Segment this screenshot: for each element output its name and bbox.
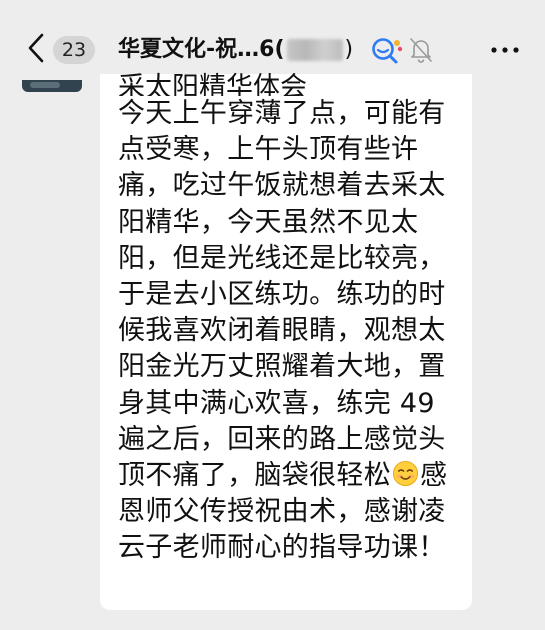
sender-avatar[interactable] [22,80,82,92]
message-line: 遍之后，回来的路上感觉头 [118,423,446,455]
chat-title-suffix: ) [344,37,354,62]
mute-bell-icon[interactable] [408,36,434,64]
message-line: 阳精华，今天虽然不见太 [118,206,419,238]
message-line: 恩师父传授祝由术，感谢凌 [118,496,446,528]
smiling-face-emoji-icon [392,460,419,487]
chevron-left-icon [28,33,44,63]
message-line: 云子老师耐心的指导功课！ [118,532,446,564]
message-text: 顶不痛了，脑袋很轻松 [118,460,391,492]
message-line: 今天上午穿薄了点，可能有 [118,98,446,129]
message-first-line: 采太阳精华体会 [118,72,307,96]
chat-title: 华夏文化-祝…6( ) [118,34,353,66]
unread-count-badge: 23 [53,36,95,64]
message-line: 候我喜欢闭着眼睛，观想太 [118,315,446,347]
search-chat-icon[interactable] [370,36,404,66]
message-line: 阳，但是光线还是比较亮， [118,242,446,274]
redacted-name [286,39,343,61]
back-button[interactable] [22,30,50,66]
message-text: 感 [420,460,448,492]
more-options-icon[interactable] [490,40,520,60]
message-line: 于是去小区练功。练功的时 [118,279,446,311]
message-line: 点受寒，上午头顶有些许 [118,134,419,166]
chat-header: 23 华夏文化-祝…6( ) [0,0,545,74]
chat-title-text: 华夏文化-祝…6( [118,37,285,62]
message-line-with-emoji: 顶不痛了，脑袋很轻松 感 [118,458,458,494]
message-line: 痛，吃过午饭就想着去采太 [118,170,446,202]
message-line: 身其中满心欢喜，练完 49 [118,387,435,419]
message-bubble[interactable]: 采太阳精华体会 今天上午穿薄了点，可能有 点受寒，上午头顶有些许 痛，吃过午饭就… [100,72,472,610]
message-line: 阳金光万丈照耀着大地，置 [118,351,446,383]
